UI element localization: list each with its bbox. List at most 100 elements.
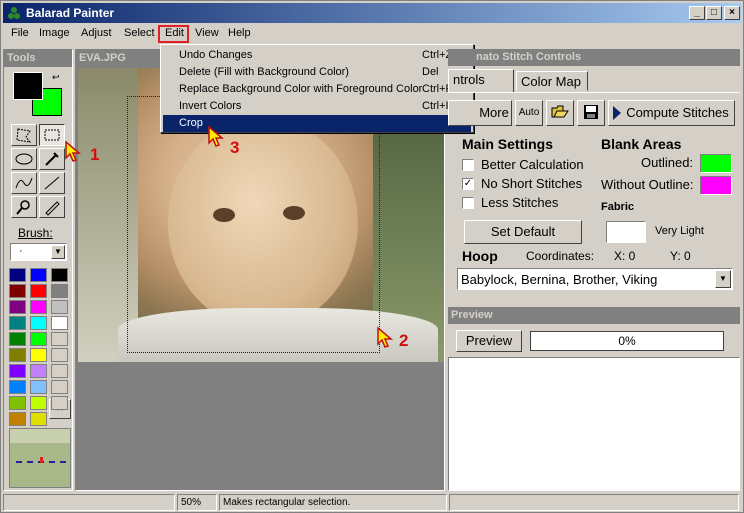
menu-item-label: Invert Colors bbox=[179, 100, 242, 112]
x-coordinate: X: 0 bbox=[614, 249, 636, 263]
cursor-arrow-icon bbox=[65, 140, 82, 162]
palette-swatch[interactable] bbox=[30, 364, 47, 378]
tab-controls[interactable]: ntrols bbox=[448, 69, 514, 93]
minimize-button[interactable]: _ bbox=[689, 6, 705, 20]
line-tool[interactable] bbox=[39, 172, 65, 194]
menu-adjust[interactable]: Adjust bbox=[81, 27, 112, 39]
palette-swatch[interactable] bbox=[51, 284, 68, 298]
palette-swatch[interactable] bbox=[30, 332, 47, 346]
zoom-level: 50% bbox=[177, 494, 217, 511]
window-title: Balarad Painter bbox=[26, 6, 115, 20]
zoom-tool[interactable] bbox=[11, 196, 37, 218]
menu-item-undo[interactable]: Undo Changes Ctrl+Z bbox=[163, 47, 471, 64]
palette-swatch[interactable] bbox=[30, 284, 47, 298]
folder-open-icon bbox=[551, 105, 569, 118]
menu-bar: File Image Adjust Select Edit View Help bbox=[3, 24, 741, 44]
menu-item-label: Replace Background Color with Foreground… bbox=[179, 83, 423, 95]
palette-swatch[interactable] bbox=[30, 316, 47, 330]
rect-select-tool[interactable] bbox=[39, 124, 65, 146]
brush-label: Brush: bbox=[18, 226, 53, 240]
menu-item-delete[interactable]: Delete (Fill with Background Color) Del bbox=[163, 64, 471, 81]
step-1-label: 1 bbox=[90, 145, 100, 164]
menu-file[interactable]: File bbox=[11, 27, 29, 39]
no-short-stitches-checkbox[interactable]: ✓ bbox=[462, 178, 474, 190]
menu-help[interactable]: Help bbox=[228, 27, 251, 39]
palette-swatch[interactable] bbox=[51, 300, 68, 314]
y-coordinate: Y: 0 bbox=[670, 249, 691, 263]
palette-swatch[interactable] bbox=[9, 316, 26, 330]
tab-divider bbox=[448, 92, 740, 93]
open-button[interactable] bbox=[546, 100, 574, 126]
swap-colors-icon[interactable]: ↩ bbox=[52, 72, 60, 83]
menu-image[interactable]: Image bbox=[39, 27, 70, 39]
palette-swatch[interactable] bbox=[30, 268, 47, 282]
auto-button[interactable]: Auto bbox=[515, 100, 543, 126]
brush-value: · bbox=[19, 245, 23, 257]
freeform-select-tool[interactable] bbox=[11, 124, 37, 146]
palette-swatch[interactable] bbox=[9, 284, 26, 298]
ellipse-tool[interactable] bbox=[11, 148, 37, 170]
outlined-color-swatch[interactable] bbox=[700, 154, 732, 173]
menu-item-label: Crop bbox=[179, 117, 203, 129]
palette-swatch[interactable] bbox=[9, 348, 26, 362]
palette-swatch[interactable] bbox=[9, 412, 26, 426]
tab-color-map[interactable]: Color Map bbox=[516, 71, 588, 91]
menu-item-invert[interactable]: Invert Colors Ctrl+I bbox=[163, 98, 471, 115]
without-outline-color-swatch[interactable] bbox=[700, 176, 732, 195]
set-default-button[interactable]: Set Default bbox=[464, 220, 582, 244]
compute-stitches-button[interactable]: Compute Stitches bbox=[608, 100, 735, 126]
palette-swatch[interactable] bbox=[51, 332, 68, 346]
brush-select[interactable]: · ▼ bbox=[10, 243, 67, 261]
machine-select[interactable]: Babylock, Bernina, Brother, Viking ▼ bbox=[457, 268, 733, 290]
chevron-down-icon[interactable]: ▼ bbox=[51, 245, 65, 259]
palette-swatch[interactable] bbox=[51, 268, 68, 282]
palette-swatch[interactable] bbox=[9, 380, 26, 394]
close-button[interactable]: × bbox=[724, 6, 740, 20]
line-icon bbox=[44, 176, 60, 190]
stitch-title: nato Stitch Controls bbox=[448, 49, 740, 66]
without-outline-label: Without Outline: bbox=[601, 177, 694, 192]
more-label: More bbox=[479, 105, 509, 120]
preview-button[interactable]: Preview bbox=[456, 330, 522, 352]
palette-swatch[interactable] bbox=[51, 380, 68, 394]
curve-tool[interactable] bbox=[11, 172, 37, 194]
hoop-heading: Hoop bbox=[462, 248, 498, 264]
navigator-thumbnail[interactable] bbox=[9, 428, 71, 488]
edit-highlight-box bbox=[158, 25, 189, 43]
preview-area bbox=[448, 357, 740, 491]
palette-swatch[interactable] bbox=[51, 364, 68, 378]
save-button[interactable] bbox=[577, 100, 605, 126]
color-picker-tool[interactable] bbox=[39, 148, 65, 170]
palette-swatch[interactable] bbox=[9, 364, 26, 378]
palette-swatch[interactable] bbox=[9, 396, 26, 410]
palette-swatch[interactable] bbox=[30, 348, 47, 362]
palette-swatch[interactable] bbox=[51, 396, 68, 410]
chevron-down-icon[interactable]: ▼ bbox=[715, 270, 731, 288]
menu-view[interactable]: View bbox=[195, 27, 219, 39]
palette-swatch[interactable] bbox=[30, 380, 47, 394]
selection-marquee bbox=[127, 96, 380, 353]
better-calculation-label: Better Calculation bbox=[481, 157, 584, 172]
eyedropper-icon bbox=[45, 152, 59, 166]
maximize-button[interactable]: □ bbox=[706, 6, 722, 20]
foreground-color-swatch[interactable] bbox=[13, 72, 43, 100]
better-calculation-checkbox[interactable] bbox=[462, 159, 474, 171]
palette-swatch[interactable] bbox=[9, 300, 26, 314]
palette-swatch[interactable] bbox=[30, 300, 47, 314]
palette-swatch[interactable] bbox=[51, 348, 68, 362]
more-button[interactable]: More bbox=[448, 100, 512, 126]
pencil-tool[interactable] bbox=[39, 196, 65, 218]
palette-swatch[interactable] bbox=[9, 332, 26, 346]
menu-item-replace-bg[interactable]: Replace Background Color with Foreground… bbox=[163, 81, 471, 98]
menu-select[interactable]: Select bbox=[124, 27, 155, 39]
preview-progress-bar: 0% bbox=[530, 331, 724, 351]
status-panel-1 bbox=[3, 494, 175, 511]
palette-swatch[interactable] bbox=[30, 412, 47, 426]
less-stitches-checkbox[interactable] bbox=[462, 197, 474, 209]
palette-swatch[interactable] bbox=[30, 396, 47, 410]
palette-swatch[interactable] bbox=[51, 316, 68, 330]
palette-swatch[interactable] bbox=[9, 268, 26, 282]
status-panel-4 bbox=[449, 494, 739, 511]
fabric-color-swatch[interactable] bbox=[606, 221, 646, 243]
floppy-disk-icon bbox=[584, 105, 598, 119]
